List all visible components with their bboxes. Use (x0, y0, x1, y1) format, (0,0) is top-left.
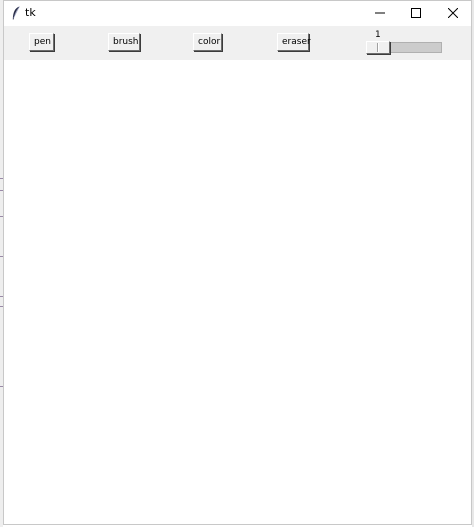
maximize-button[interactable] (398, 1, 434, 26)
brush-button[interactable]: brush (108, 33, 140, 51)
drawing-canvas[interactable] (4, 60, 471, 524)
minimize-button[interactable] (362, 1, 398, 26)
app-window: tk pen brush color eraser 1 (3, 0, 472, 525)
feather-icon (12, 6, 20, 20)
window-title: tk (25, 6, 36, 19)
size-scale-value: 1 (375, 30, 381, 40)
size-scale-slider[interactable] (366, 41, 390, 54)
title-bar[interactable]: tk (4, 1, 471, 26)
eraser-button[interactable]: eraser (277, 33, 311, 51)
close-button[interactable] (435, 1, 471, 26)
maximize-icon (411, 8, 421, 18)
toolbar: pen brush color eraser 1 (4, 26, 471, 60)
color-button[interactable]: color (193, 33, 222, 51)
close-icon (448, 8, 458, 18)
minimize-icon (375, 12, 385, 14)
pen-button[interactable]: pen (29, 33, 54, 51)
